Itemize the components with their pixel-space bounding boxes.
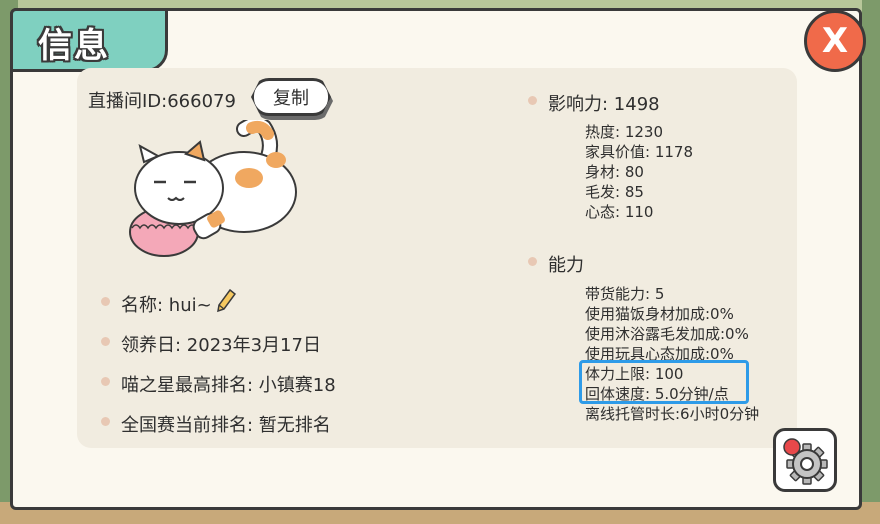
stat-mood: 心态: 110 [585, 203, 654, 221]
bullet [101, 297, 110, 306]
gear-icon [783, 438, 828, 485]
bullet [101, 417, 110, 426]
cat-illustration [129, 120, 297, 257]
national-rank: 全国赛当前排名: 暂无排名 [121, 415, 331, 436]
stat-furniture-value: 家具价值: 1178 [585, 143, 693, 161]
ability-heading: 能力 [548, 255, 584, 276]
copy-button-label: 复制 [273, 88, 309, 109]
stat-offline-duration: 离线托管时长:6小时0分钟 [585, 405, 760, 423]
bullet [101, 377, 110, 386]
close-button[interactable]: X [804, 10, 866, 72]
adopt-date: 领养日: 2023年3月17日 [121, 335, 321, 356]
background-right [862, 0, 880, 524]
stat-sales: 带货能力: 5 [585, 285, 665, 303]
influence-heading: 影响力: 1498 [548, 94, 660, 115]
stat-shampoo-bonus: 使用沐浴露毛发加成:0% [585, 325, 749, 343]
pencil-icon[interactable] [216, 289, 236, 313]
bullet [528, 257, 537, 266]
bullet [528, 96, 537, 105]
stream-id: 直播间ID:666079 [88, 91, 236, 112]
copy-button[interactable]: 复制 [251, 78, 331, 116]
dialog-title: 信息 [38, 26, 110, 66]
pet-name: 名称: hui~ [121, 295, 212, 316]
close-icon: X [821, 21, 849, 61]
bullet [101, 337, 110, 346]
stat-body: 身材: 80 [585, 163, 644, 181]
stat-heat: 热度: 1230 [585, 123, 663, 141]
stat-catfood-bonus: 使用猫饭身材加成:0% [585, 305, 734, 323]
settings-button[interactable] [773, 428, 837, 492]
star-rank: 喵之星最高排名: 小镇赛18 [121, 375, 336, 396]
stamina-highlight [579, 360, 749, 404]
stat-fur: 毛发: 85 [585, 183, 644, 201]
